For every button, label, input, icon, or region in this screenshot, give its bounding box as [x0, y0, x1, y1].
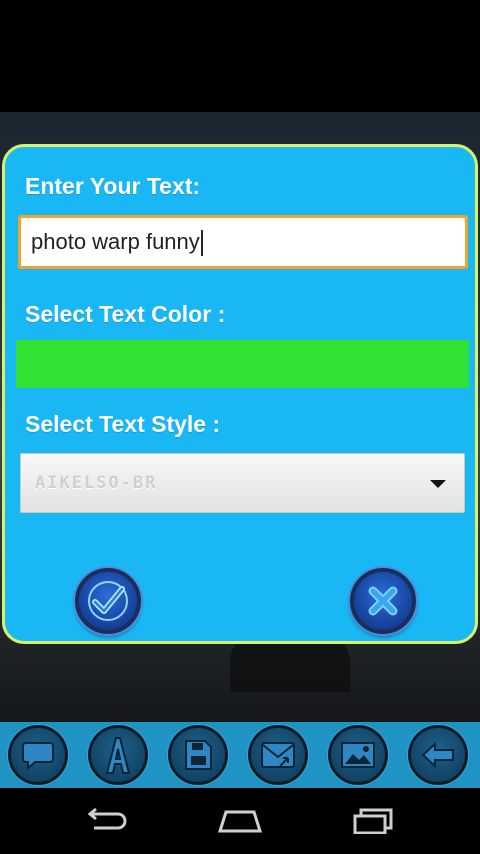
- checkmark-icon: [88, 581, 128, 621]
- enter-text-label: Enter Your Text:: [25, 173, 201, 199]
- dropdown-arrow-icon: [430, 480, 446, 488]
- recent-apps-icon: [353, 808, 393, 834]
- save-icon: [185, 740, 212, 770]
- gallery-icon: [341, 742, 375, 768]
- text-style-value: AIKELSO-BR: [35, 473, 158, 493]
- select-color-label: Select Text Color :: [25, 301, 226, 327]
- text-style-button[interactable]: [88, 725, 148, 785]
- select-style-label: Select Text Style :: [25, 411, 221, 437]
- system-nav-bar: [0, 788, 480, 854]
- save-button[interactable]: [168, 725, 228, 785]
- speech-bubble-icon: [22, 742, 54, 770]
- text-input-value: photo warp funny: [31, 229, 200, 254]
- share-icon: [261, 742, 295, 768]
- status-bar: [0, 0, 480, 112]
- close-icon: [368, 586, 398, 616]
- recent-apps-button[interactable]: [342, 806, 402, 836]
- back-icon: [421, 741, 454, 769]
- gallery-button[interactable]: [328, 725, 388, 785]
- home-nav-button[interactable]: [210, 806, 270, 836]
- color-picker-swatch[interactable]: [16, 340, 469, 388]
- close-button[interactable]: [350, 568, 416, 634]
- back-button[interactable]: [408, 725, 468, 785]
- text-caret: [200, 230, 203, 257]
- text-input[interactable]: photo warp funny: [18, 215, 468, 269]
- text-style-icon: [105, 737, 131, 774]
- share-button[interactable]: [248, 725, 308, 785]
- text-dialog: Enter Your Text: photo warp funny Select…: [2, 144, 478, 644]
- text-style-dropdown[interactable]: AIKELSO-BR: [20, 453, 465, 513]
- speech-bubble-button[interactable]: [8, 725, 68, 785]
- back-nav-button[interactable]: [76, 806, 136, 836]
- ok-button[interactable]: [75, 568, 141, 634]
- home-nav-icon: [217, 810, 263, 833]
- bottom-toolbar: [0, 722, 480, 788]
- back-nav-icon: [87, 808, 127, 830]
